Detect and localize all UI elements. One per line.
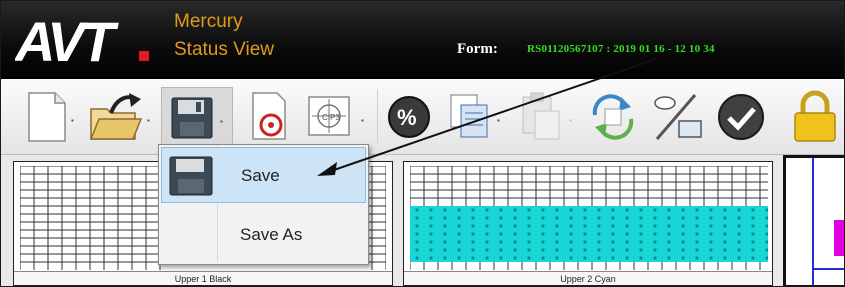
save-dropdown-menu: Save Save As — [158, 144, 369, 265]
checkmark-icon[interactable] — [715, 91, 767, 143]
cyan-ink-fill — [410, 206, 768, 262]
percent-icon[interactable]: % — [385, 93, 433, 141]
save-dropdown-icon[interactable]: ▪ — [220, 118, 228, 126]
panel-label: Upper 2 Cyan — [404, 271, 772, 285]
paste-dropdown-icon[interactable]: ▪ — [569, 117, 577, 125]
panel-label: Upper 1 Black — [14, 271, 392, 285]
svg-text:AVT: AVT — [15, 10, 120, 71]
toolbar-separator — [377, 89, 378, 143]
save-button[interactable]: ▪ — [161, 87, 233, 147]
magenta-ink-fill — [834, 220, 844, 256]
save-icon — [169, 156, 213, 196]
header-bar: AVT Mercury Status View Form: RS01120567… — [1, 1, 844, 79]
menu-item-save[interactable]: Save — [161, 147, 366, 203]
copy-dropdown-icon[interactable]: ▪ — [497, 117, 505, 125]
ink-zone-grid — [410, 166, 768, 270]
app-view-title: Status View — [174, 39, 274, 60]
form-value: RS01120567107 : 2019 01 16 - 12 10 34 — [527, 43, 715, 55]
app-name: Mercury — [174, 11, 243, 32]
paste-icon[interactable] — [513, 91, 567, 143]
avt-logo: AVT — [15, 10, 149, 71]
menu-item-save-as[interactable]: Save As — [161, 207, 366, 263]
ink-panel-upper-2[interactable]: Upper 2 Cyan — [403, 161, 773, 286]
app-window: AVT Mercury Status View Form: RS01120567… — [0, 0, 845, 287]
cip3-icon[interactable]: CIP3 — [303, 91, 359, 143]
form-label: Form: — [457, 41, 498, 57]
zone-marker — [812, 158, 814, 285]
new-dropdown-icon[interactable]: ▪ — [71, 117, 79, 125]
print-preview-icon[interactable] — [247, 91, 291, 143]
svg-text:%: % — [397, 105, 417, 130]
menu-item-label: Save — [241, 166, 280, 185]
cip3-dropdown-icon[interactable]: ▪ — [361, 117, 369, 125]
new-document-icon[interactable] — [25, 91, 69, 143]
format-icon[interactable] — [647, 89, 707, 145]
save-icon — [171, 97, 213, 139]
open-folder-icon[interactable] — [85, 89, 145, 145]
refresh-icon[interactable] — [585, 89, 641, 145]
ink-zone-panels: Upper 1 Black Upper 2 Cyan — [1, 155, 844, 286]
copy-icon[interactable] — [441, 91, 495, 143]
lock-icon[interactable] — [785, 89, 845, 145]
open-dropdown-icon[interactable]: ▪ — [147, 117, 155, 125]
zone-marker — [814, 268, 844, 270]
svg-text:CIP3: CIP3 — [322, 113, 340, 122]
toolbar: ▪ ▪ ▪ CIP3 ▪ % ▪ ▪ — [1, 79, 845, 155]
ink-panel-upper-3[interactable] — [783, 155, 844, 286]
menu-item-label: Save As — [240, 225, 303, 244]
